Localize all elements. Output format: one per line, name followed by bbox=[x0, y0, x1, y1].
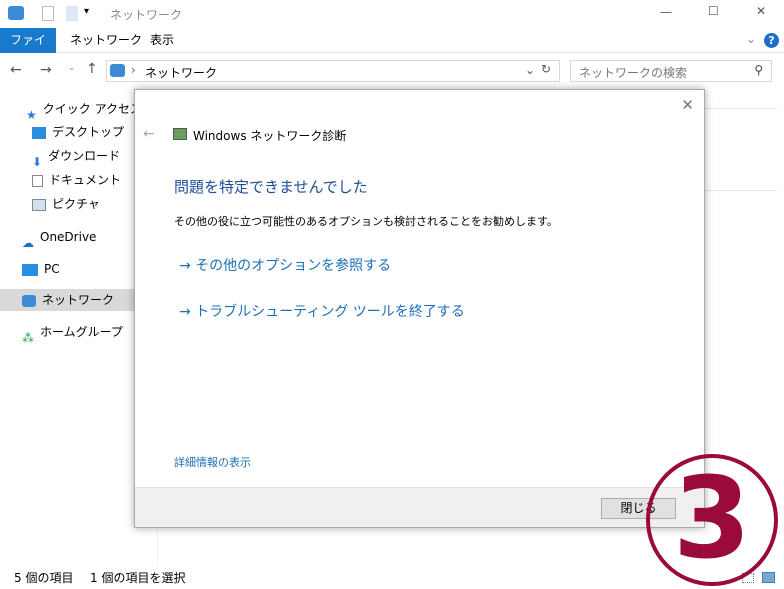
option-label: トラブルシューティング ツールを終了する bbox=[195, 304, 465, 320]
cloud-icon: ☁ bbox=[22, 235, 34, 250]
dialog-description: その他の役に立つ可能性のあるオプションも検討されることをお勧めします。 bbox=[174, 215, 558, 228]
content-divider bbox=[705, 190, 777, 191]
sidebar-item-label: OneDrive bbox=[40, 230, 97, 244]
desktop-icon bbox=[32, 126, 46, 139]
network-icon bbox=[22, 294, 36, 307]
sidebar-item-label: ホームグループ bbox=[40, 325, 123, 339]
picture-icon bbox=[32, 198, 46, 211]
quick-access-dropdown-icon[interactable]: ▾ bbox=[84, 6, 89, 17]
pc-icon bbox=[22, 263, 38, 276]
help-icon[interactable]: ? bbox=[764, 33, 779, 48]
new-folder-icon[interactable] bbox=[66, 6, 78, 21]
selected-count: 1 個の項目を選択 bbox=[90, 571, 186, 585]
sidebar-item-label: デスクトップ bbox=[52, 125, 125, 139]
homegroup-icon: ⁂ bbox=[22, 330, 34, 345]
option-browse-other[interactable]: → その他のオプションを参照する bbox=[179, 255, 391, 275]
properties-icon[interactable] bbox=[42, 6, 54, 21]
sidebar-item-label: ドキュメント bbox=[49, 173, 122, 187]
tab-view[interactable]: 表示 bbox=[140, 28, 184, 53]
search-icon[interactable]: ⚲ bbox=[754, 63, 763, 77]
expand-ribbon-icon[interactable]: ⌄ bbox=[746, 32, 756, 46]
document-icon bbox=[32, 174, 43, 187]
view-details-link[interactable]: 詳細情報の表示 bbox=[174, 454, 251, 470]
star-icon: ★ bbox=[26, 107, 37, 122]
tab-file[interactable]: ファイル bbox=[0, 28, 56, 72]
ribbon: ファイル ネットワーク 表示 ⌄ ? bbox=[0, 28, 784, 72]
option-close-troubleshooter[interactable]: → トラブルシューティング ツールを終了する bbox=[179, 301, 465, 321]
dialog-footer: 閉じる bbox=[135, 487, 704, 527]
sidebar-item-pc[interactable]: PC bbox=[22, 258, 60, 280]
address-dropdown-icon[interactable]: ⌄ bbox=[525, 63, 535, 77]
forward-button[interactable]: → bbox=[40, 62, 52, 78]
up-button[interactable]: ↑ bbox=[86, 61, 98, 77]
sidebar-item-onedrive[interactable]: ☁ OneDrive bbox=[22, 226, 97, 250]
minimize-button[interactable]: — bbox=[660, 5, 672, 19]
step-number-badge: 3 bbox=[646, 454, 778, 586]
breadcrumb-separator: › bbox=[131, 63, 136, 77]
back-button[interactable]: ← bbox=[10, 62, 22, 78]
sidebar-item-label: PC bbox=[44, 262, 60, 276]
dialog-close-button[interactable]: ✕ bbox=[681, 96, 694, 114]
title-bar: ▾ ネットワーク — ☐ ✕ bbox=[0, 0, 784, 28]
refresh-button[interactable]: ↻ bbox=[541, 62, 551, 76]
sidebar-item-label: ネットワーク bbox=[42, 293, 115, 307]
large-icons-view-icon[interactable] bbox=[762, 572, 775, 583]
dialog-back-button[interactable]: ← bbox=[143, 126, 155, 142]
search-input[interactable]: ネットワークの検索 ⚲ bbox=[570, 60, 772, 82]
network-icon bbox=[8, 6, 24, 20]
network-diagnostics-dialog: ✕ ← Windows ネットワーク診断 問題を特定できませんでした その他の役… bbox=[134, 89, 705, 528]
dialog-title: Windows ネットワーク診断 bbox=[193, 129, 347, 143]
dialog-heading: 問題を特定できませんでした bbox=[174, 178, 368, 196]
arrow-right-icon: → bbox=[179, 304, 196, 320]
sidebar-item-network[interactable]: ネットワーク bbox=[0, 289, 134, 311]
network-icon bbox=[110, 64, 125, 77]
diagnostics-icon bbox=[173, 128, 187, 140]
content-divider bbox=[705, 108, 777, 109]
maximize-button[interactable]: ☐ bbox=[708, 4, 719, 18]
sidebar-item-downloads[interactable]: ⬇ ダウンロード bbox=[32, 145, 121, 169]
download-icon: ⬇ bbox=[32, 154, 43, 169]
sidebar-item-documents[interactable]: ドキュメント bbox=[32, 169, 121, 191]
recent-dropdown-icon[interactable]: ⌄ bbox=[68, 63, 76, 73]
sidebar-item-quick-access[interactable]: ★ クイック アクセス bbox=[26, 98, 142, 122]
option-label: その他のオプションを参照する bbox=[195, 258, 392, 274]
sidebar-item-pictures[interactable]: ピクチャ bbox=[32, 193, 100, 215]
sidebar-item-label: ダウンロード bbox=[48, 149, 121, 163]
sidebar-item-homegroup[interactable]: ⁂ ホームグループ bbox=[22, 321, 123, 345]
sidebar-item-label: クイック アクセス bbox=[42, 102, 142, 116]
sidebar-item-desktop[interactable]: デスクトップ bbox=[32, 121, 124, 143]
breadcrumb-network[interactable]: ネットワーク bbox=[145, 64, 217, 81]
item-count: 5 個の項目 bbox=[14, 571, 74, 585]
step-number: 3 bbox=[673, 454, 751, 584]
status-bar: 5 個の項目 1 個の項目を選択 bbox=[0, 568, 784, 589]
address-bar[interactable]: › ネットワーク ⌄ ↻ bbox=[106, 60, 560, 82]
tab-network[interactable]: ネットワーク bbox=[60, 28, 152, 53]
arrow-right-icon: → bbox=[179, 258, 196, 274]
window-title: ネットワーク bbox=[110, 8, 183, 22]
search-placeholder: ネットワークの検索 bbox=[579, 66, 688, 80]
sidebar-item-label: ピクチャ bbox=[52, 197, 100, 211]
close-button[interactable]: ✕ bbox=[756, 4, 766, 18]
